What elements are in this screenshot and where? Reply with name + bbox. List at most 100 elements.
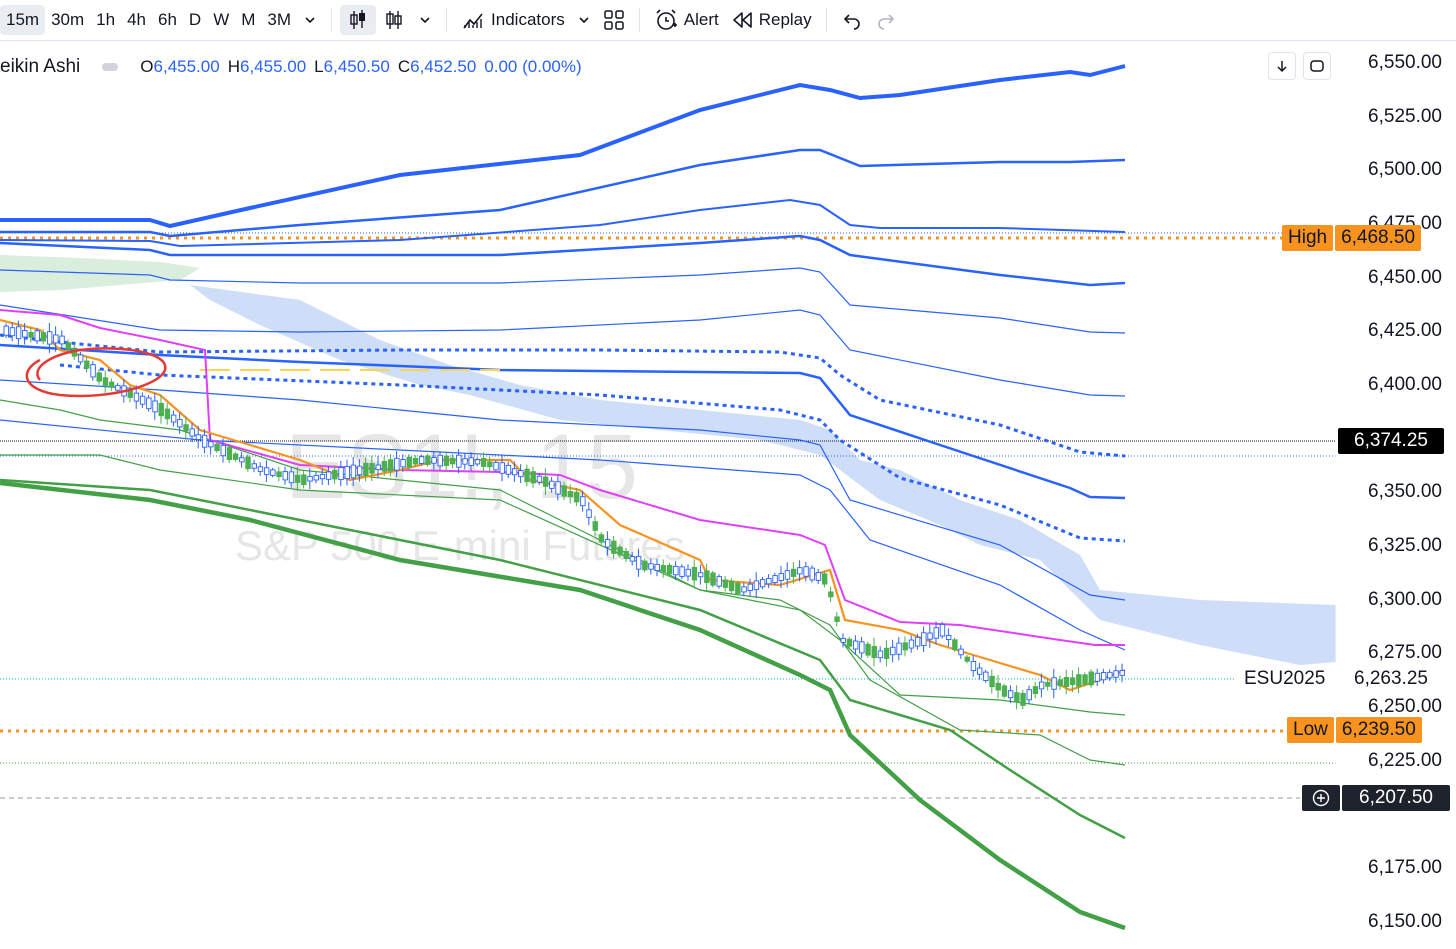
symbol-last-label: ESU2025 bbox=[1244, 668, 1326, 689]
candle-body bbox=[883, 647, 890, 659]
low-tag-value: 6,239.50 bbox=[1335, 717, 1422, 743]
candle-body bbox=[115, 384, 121, 391]
candle-body bbox=[294, 474, 301, 483]
last-price-tag: 6,263.25 bbox=[1338, 665, 1444, 693]
candles-icon bbox=[350, 10, 366, 29]
candle-body bbox=[908, 639, 915, 649]
candle-body bbox=[350, 464, 357, 479]
candle-body bbox=[468, 457, 474, 466]
replay-button[interactable]: Replay bbox=[725, 5, 818, 35]
candle-body bbox=[344, 465, 350, 480]
add-plus-button[interactable] bbox=[1302, 785, 1340, 811]
interval-d[interactable]: D bbox=[183, 5, 207, 35]
scroll-to-bottom-button[interactable] bbox=[1268, 52, 1296, 80]
intervals-dropdown[interactable] bbox=[297, 5, 323, 35]
refresh-icon bbox=[1310, 60, 1324, 72]
candle-body bbox=[673, 565, 679, 576]
candle-body bbox=[1088, 671, 1094, 686]
candle-body bbox=[549, 480, 555, 489]
candle-body bbox=[102, 377, 109, 386]
price-tick: 6,300.00 bbox=[1368, 589, 1442, 610]
candle-body bbox=[859, 641, 865, 654]
candle-body bbox=[3, 325, 9, 336]
chart-type-dropdown[interactable] bbox=[412, 5, 438, 35]
candle-body bbox=[561, 485, 567, 497]
candle-body bbox=[797, 567, 803, 575]
candle-body bbox=[65, 342, 71, 350]
candle-body bbox=[282, 471, 288, 481]
candle-body bbox=[1076, 674, 1082, 687]
interval-label: 6h bbox=[158, 10, 177, 29]
interval-6h[interactable]: 6h bbox=[152, 5, 183, 35]
candle-body bbox=[301, 474, 307, 486]
auto-scale-button[interactable] bbox=[1303, 52, 1331, 80]
price-tick: 6,225.00 bbox=[1368, 750, 1442, 771]
ohlc-open: O6,455.00 bbox=[140, 57, 219, 77]
candle-body bbox=[1001, 685, 1008, 697]
interval-1h[interactable]: 1h bbox=[90, 5, 121, 35]
candle-body bbox=[939, 623, 946, 637]
candle-body bbox=[983, 671, 989, 682]
visibility-toggle[interactable] bbox=[102, 63, 119, 71]
candle-body bbox=[1038, 681, 1045, 690]
toolbar-divider bbox=[331, 8, 333, 32]
chevron-down-icon bbox=[579, 17, 589, 24]
candles-button[interactable] bbox=[340, 5, 377, 35]
blue-band-upper-1 bbox=[0, 64, 1126, 229]
indicators-dropdown[interactable] bbox=[571, 5, 597, 35]
undo-button[interactable] bbox=[835, 5, 869, 35]
interval-m[interactable]: M bbox=[235, 5, 261, 35]
redo-button[interactable] bbox=[869, 5, 903, 35]
candle-body bbox=[735, 582, 741, 594]
candle-body bbox=[220, 444, 226, 457]
templates-button[interactable] bbox=[597, 5, 631, 35]
heikin-ashi-icon bbox=[386, 11, 402, 29]
candle-body bbox=[232, 453, 239, 460]
candle-body bbox=[1051, 677, 1057, 690]
candle-body bbox=[307, 475, 313, 482]
candle-body bbox=[338, 467, 344, 481]
ohlc-low: L6,450.50 bbox=[314, 57, 390, 77]
bar-style-button[interactable] bbox=[376, 5, 412, 35]
candle-body bbox=[263, 467, 270, 475]
candle-body bbox=[431, 457, 437, 464]
price-tick: 6,275.00 bbox=[1368, 642, 1442, 663]
interval-w[interactable]: W bbox=[207, 5, 235, 35]
price-tick: 6,550.00 bbox=[1368, 52, 1442, 73]
last-price-value: 6,263.25 bbox=[1338, 666, 1444, 692]
ohlc-legend: eikin Ashi O6,455.00 H6,455.00 L6,450.50… bbox=[0, 56, 582, 78]
interval-30m[interactable]: 30m bbox=[45, 5, 90, 35]
candle-body bbox=[846, 638, 853, 647]
alert-button[interactable]: Alert bbox=[648, 5, 725, 35]
candle-body bbox=[778, 573, 784, 581]
price-chart[interactable]: ES1!, 15 S&P 500 E-mini Futures bbox=[0, 41, 1456, 949]
chevron-down-icon bbox=[305, 17, 315, 24]
candle-body bbox=[648, 563, 654, 570]
candle-body bbox=[77, 354, 84, 363]
price-tick: 6,400.00 bbox=[1368, 374, 1442, 395]
indicators-icon bbox=[461, 8, 485, 32]
interval-3m[interactable]: 3M bbox=[261, 5, 297, 35]
candle-body bbox=[530, 471, 536, 484]
candle-body bbox=[604, 539, 611, 548]
candle-body bbox=[654, 563, 660, 572]
indicators-button[interactable]: Indicators bbox=[455, 5, 571, 35]
candle-body bbox=[1026, 689, 1032, 701]
redo-icon bbox=[877, 14, 894, 30]
interval-4h[interactable]: 4h bbox=[121, 5, 152, 35]
price-tick: 6,525.00 bbox=[1368, 106, 1442, 127]
high-value: 6,455.00 bbox=[239, 57, 307, 76]
candle-body bbox=[270, 469, 276, 476]
interval-15m[interactable]: 15m bbox=[0, 5, 46, 35]
candle-body bbox=[809, 567, 815, 581]
candle-body bbox=[474, 459, 481, 465]
candle-body bbox=[722, 579, 729, 588]
candle-body bbox=[96, 372, 102, 382]
candle-body bbox=[902, 642, 908, 651]
interval-label: 3M bbox=[267, 10, 292, 29]
candle-body bbox=[375, 464, 381, 471]
candle-body bbox=[666, 564, 673, 575]
candle-body bbox=[592, 521, 598, 531]
arrow-down-icon bbox=[1277, 61, 1287, 73]
candle-body bbox=[356, 465, 363, 476]
